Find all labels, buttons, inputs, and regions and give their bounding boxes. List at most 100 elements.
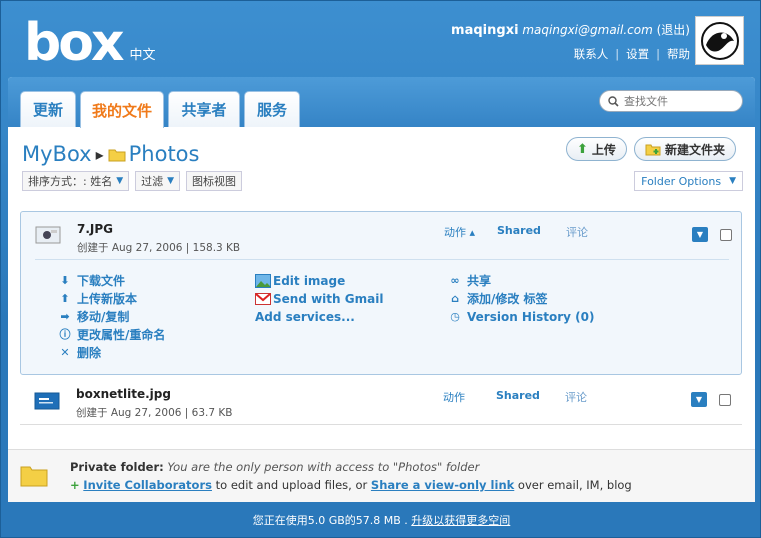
new-folder-label: 新建文件夹 (665, 142, 726, 157)
file-checkbox[interactable] (720, 229, 732, 241)
send-gmail-label: Send with Gmail (273, 292, 384, 306)
upgrade-link[interactable]: 升级以获得更多空间 (411, 514, 510, 527)
link-icon: ∞ (450, 274, 460, 287)
file-row-expanded[interactable]: 7.JPG 创建于 Aug 27, 2006 | 158.3 KB 动作 ▴ S… (20, 211, 742, 375)
info-icon: ⓘ (59, 328, 71, 341)
main-panel: 更新 我的文件 共享者 服务 MyBox ▸ Photos ⬆ 上传 新建文件夹… (8, 77, 755, 502)
move-copy-label: 移动/复制 (77, 310, 130, 324)
upload-button[interactable]: ⬆ 上传 (566, 137, 627, 161)
logo-wordmark: box (24, 13, 124, 73)
user-email: maqingxi@gmail.com (522, 23, 653, 37)
upload-version-action[interactable]: ⬆ 上传新版本 (59, 290, 165, 308)
delete-action[interactable]: ✕ 删除 (59, 344, 165, 362)
sort-dropdown[interactable]: 排序方式：: 姓名 ▼ (22, 171, 130, 191)
breadcrumb: MyBox ▸ Photos (22, 142, 199, 166)
download-action[interactable]: ⬇ 下载文件 (59, 272, 165, 290)
edit-image-action[interactable]: Edit image (255, 272, 383, 290)
tab-updates[interactable]: 更新 (20, 91, 76, 127)
top-links: 联系人 | 设置 | 帮助 (574, 46, 690, 62)
properties-action[interactable]: ⓘ 更改属性/重命名 (59, 326, 166, 344)
collaborate-mid-text: to edit and upload files, or (211, 478, 371, 492)
tags-action[interactable]: ⌂ 添加/修改 标签 (449, 290, 594, 308)
chevron-down-icon: ▼ (167, 176, 175, 186)
invite-collaborators-link[interactable]: Invite Collaborators (83, 478, 212, 492)
file-meta: 创建于 Aug 27, 2006 | 63.7 KB (76, 407, 233, 419)
app-window: box 中文 maqingxi maqingxi@gmail.com (退出) … (0, 0, 761, 538)
file-dropdown-button[interactable]: ▼ (691, 392, 707, 407)
clock-icon: ◷ (450, 310, 460, 323)
file-shared-link[interactable]: Shared (497, 224, 541, 237)
file-name[interactable]: 7.JPG (77, 222, 113, 236)
language-label[interactable]: 中文 (130, 44, 156, 63)
view-toolbar: 排序方式：: 姓名 ▼ 过滤 ▼ 图标视图 (22, 171, 243, 191)
file-action-menu[interactable]: 动作 ▴ (444, 224, 475, 240)
folder-icon (20, 466, 48, 487)
send-gmail-action[interactable]: Send with Gmail (255, 290, 383, 308)
image-thumbnail-icon (35, 226, 61, 244)
chevron-down-icon: ▼ (729, 176, 736, 186)
file-name[interactable]: boxnetlite.jpg (76, 387, 171, 401)
add-services-action[interactable]: Add services... (255, 308, 383, 326)
icon-view-button[interactable]: 图标视图 (186, 171, 243, 191)
version-history-action[interactable]: ◷ Version History (0) (449, 308, 594, 326)
file-shared-link[interactable]: Shared (496, 389, 540, 402)
new-folder-button[interactable]: 新建文件夹 (634, 137, 737, 161)
delete-label: 删除 (77, 346, 102, 360)
delete-icon: ✕ (60, 346, 70, 359)
share-label: 共享 (467, 274, 492, 288)
file-meta: 创建于 Aug 27, 2006 | 158.3 KB (77, 242, 241, 254)
folder-options-label: Folder Options (641, 174, 722, 188)
settings-link[interactable]: 设置 (626, 47, 649, 61)
file-row[interactable]: boxnetlite.jpg 创建于 Aug 27, 2006 | 63.7 K… (20, 377, 742, 425)
breadcrumb-current-folder: Photos (128, 142, 200, 166)
file-comment-link[interactable]: 评论 (566, 224, 588, 240)
file-checkbox[interactable] (719, 394, 731, 406)
icon-view-label: 图标视图 (192, 175, 237, 188)
share-view-only-link[interactable]: Share a view-only link (371, 478, 514, 492)
user-info: maqingxi maqingxi@gmail.com (退出) (451, 21, 690, 38)
help-link[interactable]: 帮助 (667, 47, 690, 61)
file-dropdown-button[interactable]: ▼ (692, 227, 708, 242)
tab-services[interactable]: 服务 (244, 91, 300, 127)
collaborate-text: + Invite Collaborators to edit and uploa… (70, 478, 632, 492)
tag-icon: ⌂ (451, 292, 459, 305)
private-folder-desc: You are the only person with access to "… (167, 460, 480, 474)
breadcrumb-root[interactable]: MyBox (22, 142, 92, 166)
file-action-menu[interactable]: 动作 (443, 389, 465, 405)
collaborate-tail-text: over email, IM, blog (514, 478, 632, 492)
search-input[interactable] (624, 94, 734, 108)
properties-label: 更改属性/重命名 (77, 328, 166, 342)
search-box[interactable] (599, 90, 743, 112)
contacts-link[interactable]: 联系人 (574, 47, 609, 61)
sort-label: 排序方式：: 姓名 (28, 175, 113, 188)
move-copy-action[interactable]: ➡ 移动/复制 (59, 308, 165, 326)
tab-collaborators[interactable]: 共享者 (168, 91, 240, 127)
storage-usage-text: 您正在使用5.0 GB的57.8 MB . (252, 514, 408, 527)
folder-icon (108, 149, 126, 161)
share-action[interactable]: ∞ 共享 (449, 272, 594, 290)
tab-bar: 更新 我的文件 共享者 服务 (8, 77, 755, 128)
separator: | (615, 47, 620, 61)
new-folder-icon (645, 144, 661, 155)
file-actions-col1: ⬇ 下载文件 ⬆ 上传新版本 ➡ 移动/复制 ⓘ 更改属性/重命名 ✕ 删除 (59, 272, 166, 362)
version-history-label: Version History (0) (467, 310, 595, 324)
folder-options-dropdown[interactable]: Folder Options ▼ (634, 171, 743, 191)
private-folder-title: Private folder: (70, 460, 164, 474)
upload-arrow-icon: ⬆ (577, 141, 588, 157)
tab-my-files[interactable]: 我的文件 (80, 91, 164, 128)
file-comment-link[interactable]: 评论 (565, 389, 587, 405)
download-label: 下载文件 (77, 274, 126, 288)
gmail-icon (255, 293, 271, 305)
box-logo[interactable]: box 中文 (24, 13, 156, 69)
logout-link[interactable]: (退出) (657, 23, 690, 37)
upload-label: 上传 (591, 142, 616, 157)
separator: | (656, 47, 660, 61)
download-arrow-icon: ⬇ (60, 274, 70, 287)
divider (35, 259, 729, 260)
storage-footer: 您正在使用5.0 GB的57.8 MB . 升级以获得更多空间 (1, 512, 761, 528)
avatar[interactable] (695, 16, 744, 65)
image-edit-icon (255, 274, 271, 288)
search-icon (608, 95, 619, 107)
filter-dropdown[interactable]: 过滤 ▼ (135, 171, 181, 191)
tags-label: 添加/修改 标签 (467, 292, 548, 306)
